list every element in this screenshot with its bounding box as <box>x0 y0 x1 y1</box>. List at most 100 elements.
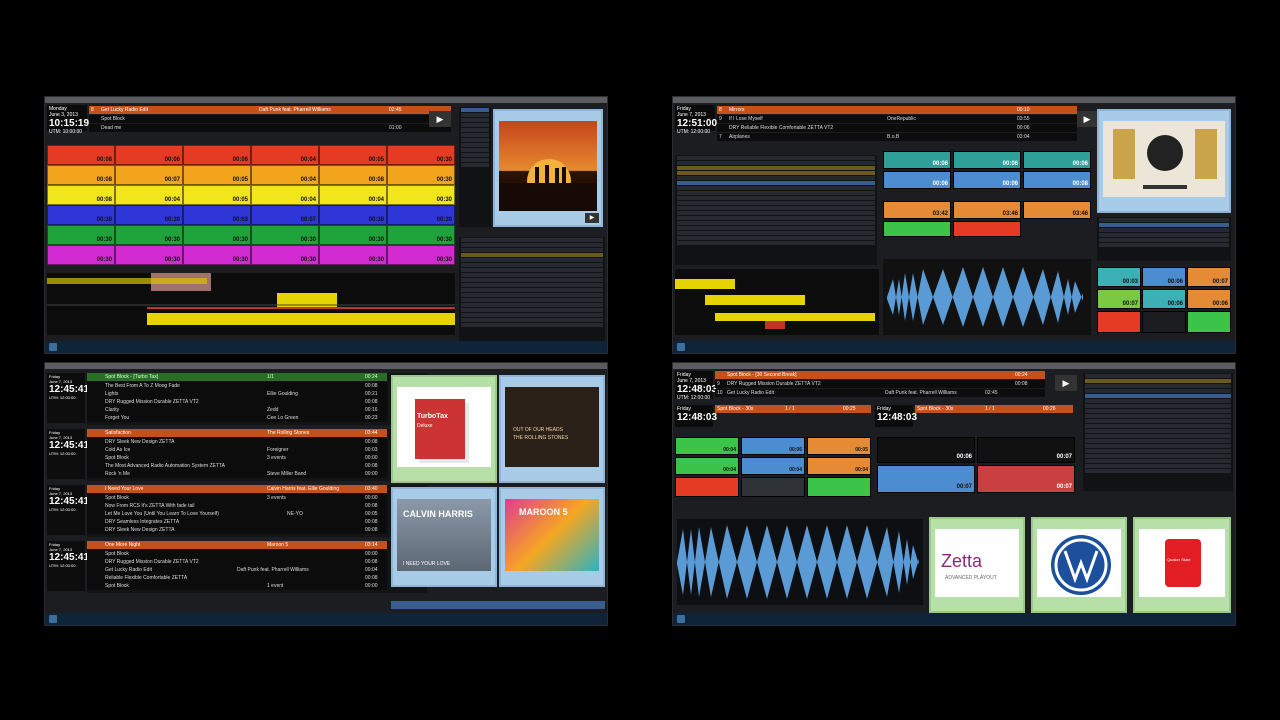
hotkey-cell[interactable]: 00:30 <box>115 245 183 265</box>
hotkey-card[interactable]: 00:04 <box>675 437 739 455</box>
queue-row[interactable]: Now From RCS It's ZETTA With fade tail 00… <box>87 502 387 510</box>
hotkey-card[interactable]: 00:06 <box>953 171 1021 189</box>
log-list-panel[interactable] <box>675 155 877 265</box>
hotkey-card[interactable]: 00:07 <box>1187 267 1231 287</box>
hotkey-card[interactable]: 00:07 <box>977 465 1075 493</box>
window-titlebar[interactable] <box>673 97 1235 103</box>
start-button-icon[interactable] <box>49 615 57 623</box>
start-button-icon[interactable] <box>677 343 685 351</box>
hotkey-cell[interactable]: 00:08 <box>47 145 115 165</box>
window-titlebar[interactable] <box>45 97 607 103</box>
queue-row[interactable]: Get Lucky Radio Edit Daft Punk feat. Phar… <box>87 566 387 574</box>
hotkey-cell[interactable]: 00:30 <box>251 225 319 245</box>
hotkey-card[interactable]: 03:46 <box>1023 201 1091 219</box>
hotkey-cell[interactable]: 00:03 <box>183 205 251 225</box>
hotkey-cell[interactable]: 00:04 <box>319 185 387 205</box>
playlist-panel[interactable] <box>459 237 605 343</box>
queue-row[interactable]: Cold As Ice Foreigner 00:03 <box>87 446 387 454</box>
queue-row[interactable]: Lights Ellie Goulding 00:21 <box>87 390 387 398</box>
mini-deck-header[interactable]: Spot Block - 30s 1 / 1 00:26 <box>915 405 1073 413</box>
queue-row-now-playing[interactable]: Satisfaction The Rolling Stones 03:44 <box>87 429 387 437</box>
hotkey-card[interactable]: 00:06 <box>883 171 951 189</box>
log-list-panel[interactable] <box>459 107 491 227</box>
hotkey-card[interactable]: 00:08 <box>1023 171 1091 189</box>
hotkey-cell[interactable]: 00:30 <box>47 205 115 225</box>
hotkey-card[interactable]: 00:03 <box>1097 267 1141 287</box>
queue-row[interactable]: 7 Airplanes B.o.B 03:04 <box>717 133 1077 141</box>
hotkey-card[interactable] <box>883 221 951 237</box>
queue-row[interactable]: DRY Seamless Integrates ZETTA 00:08 <box>87 518 387 526</box>
hotkey-card[interactable]: 00:04 <box>741 457 805 475</box>
hotkey-card[interactable]: 03:42 <box>883 201 951 219</box>
queue-row[interactable]: Clarity Zedd 00:16 <box>87 406 387 414</box>
window-titlebar[interactable] <box>673 363 1235 369</box>
hotkey-card[interactable] <box>1142 311 1186 333</box>
start-button-icon[interactable] <box>49 343 57 351</box>
hotkey-card[interactable]: 00:06 <box>1142 267 1186 287</box>
hotkey-cell[interactable]: 00:30 <box>387 185 455 205</box>
hotkey-cell[interactable]: 00:30 <box>387 145 455 165</box>
queue-row[interactable]: Spot Block <box>89 115 451 123</box>
hotkey-cell[interactable]: 00:30 <box>387 225 455 245</box>
hotkey-card[interactable]: 00:04 <box>675 457 739 475</box>
hotkey-cell[interactable]: 00:30 <box>387 245 455 265</box>
play-button[interactable]: ▶ <box>1077 111 1097 127</box>
hotkey-card[interactable]: 00:06 <box>953 151 1021 169</box>
hotkey-cell[interactable]: 00:06 <box>115 145 183 165</box>
queue-row-now-playing[interactable]: I Need Your Love Calvin Harris feat. Ell… <box>87 485 387 493</box>
hotkey-cell[interactable]: 00:05 <box>183 165 251 185</box>
hotkey-cell[interactable]: 00:30 <box>387 205 455 225</box>
hotkey-cell[interactable]: 00:07 <box>115 165 183 185</box>
queue-row[interactable]: The Most Advanced Radio Automation Syste… <box>87 462 387 470</box>
queue-row-now-playing[interactable]: Spot Block - [30 Second Break] 00:24 <box>715 371 1045 379</box>
hotkey-card[interactable]: 00:06 <box>877 437 975 463</box>
hotkey-cell[interactable]: 00:04 <box>251 145 319 165</box>
audio-waveform-editor[interactable] <box>47 273 455 335</box>
audio-waveform-display[interactable] <box>677 519 923 605</box>
hotkey-cell[interactable]: 00:06 <box>183 145 251 165</box>
window-titlebar[interactable] <box>45 363 607 369</box>
hotkey-card[interactable] <box>675 477 739 497</box>
audio-waveform-display[interactable] <box>883 259 1091 335</box>
mini-deck-header[interactable]: Spot Block - 30s 1 / 1 00:25 <box>715 405 871 413</box>
hotkey-cell[interactable]: 00:30 <box>47 245 115 265</box>
hotkey-cell[interactable]: 00:30 <box>115 225 183 245</box>
hotkey-cell[interactable]: 00:08 <box>319 165 387 185</box>
queue-row-now-playing[interactable]: One More Night Maroon 5 03:14 <box>87 541 387 549</box>
queue-row[interactable]: Spot Block 1 event 00:00 <box>87 582 387 590</box>
playlist-panel[interactable] <box>1097 217 1231 261</box>
queue-row[interactable]: Reliable Flexible Comfortable ZETTA 00:08 <box>87 574 387 582</box>
queue-row[interactable]: Spot Block 00:00 <box>87 550 387 558</box>
queue-row[interactable]: Spot Block 3 events 00:00 <box>87 494 387 502</box>
hotkey-card[interactable]: 00:06 <box>1023 151 1091 169</box>
hotkey-card[interactable]: 00:04 <box>807 457 871 475</box>
play-button[interactable]: ▶ <box>1055 375 1077 391</box>
hotkey-card[interactable]: 00:07 <box>977 437 1075 463</box>
queue-row-now-playing[interactable]: Spot Block - [Turbo Tax] 1/1 00:24 <box>87 373 387 381</box>
hotkey-cell[interactable]: 00:04 <box>251 185 319 205</box>
hotkey-cell[interactable]: 00:30 <box>319 245 387 265</box>
hotkey-cell[interactable]: 00:30 <box>251 245 319 265</box>
hotkey-cell[interactable]: 00:30 <box>183 245 251 265</box>
log-list-panel[interactable] <box>1083 373 1233 491</box>
hotkey-card[interactable]: 00:06 <box>741 437 805 455</box>
hotkey-cell[interactable]: 00:30 <box>115 205 183 225</box>
hotkey-cell[interactable]: 00:30 <box>319 225 387 245</box>
hotkey-card[interactable] <box>807 477 871 497</box>
hotkey-card[interactable]: 03:46 <box>953 201 1021 219</box>
hotkey-card[interactable]: 00:06 <box>1187 289 1231 309</box>
queue-row-now-playing[interactable]: 8 Mirrors 00:10 <box>717 106 1077 114</box>
queue-row[interactable]: DRY Rugged Mission Durable ZETTA VT2 00:0… <box>87 558 387 566</box>
hotkey-cell[interactable]: 00:07 <box>251 205 319 225</box>
hotkey-card[interactable] <box>741 477 805 497</box>
play-button[interactable]: ▶ <box>429 111 451 127</box>
album-play-button[interactable]: ▶ <box>585 213 599 223</box>
hotkey-cell[interactable]: 00:30 <box>319 205 387 225</box>
hotkey-cell[interactable]: 00:08 <box>47 165 115 185</box>
hotkey-card[interactable] <box>1097 311 1141 333</box>
hotkey-cell[interactable]: 00:30 <box>387 165 455 185</box>
queue-row[interactable]: Dead me 01:00 <box>89 124 451 132</box>
queue-row[interactable]: DRY Rugged Mission Durable ZETTA VT2 00:0… <box>87 398 387 406</box>
queue-row[interactable]: DRY Sleek New Design ZETTA 00:08 <box>87 526 387 534</box>
hotkey-card[interactable]: 00:07 <box>1097 289 1141 309</box>
